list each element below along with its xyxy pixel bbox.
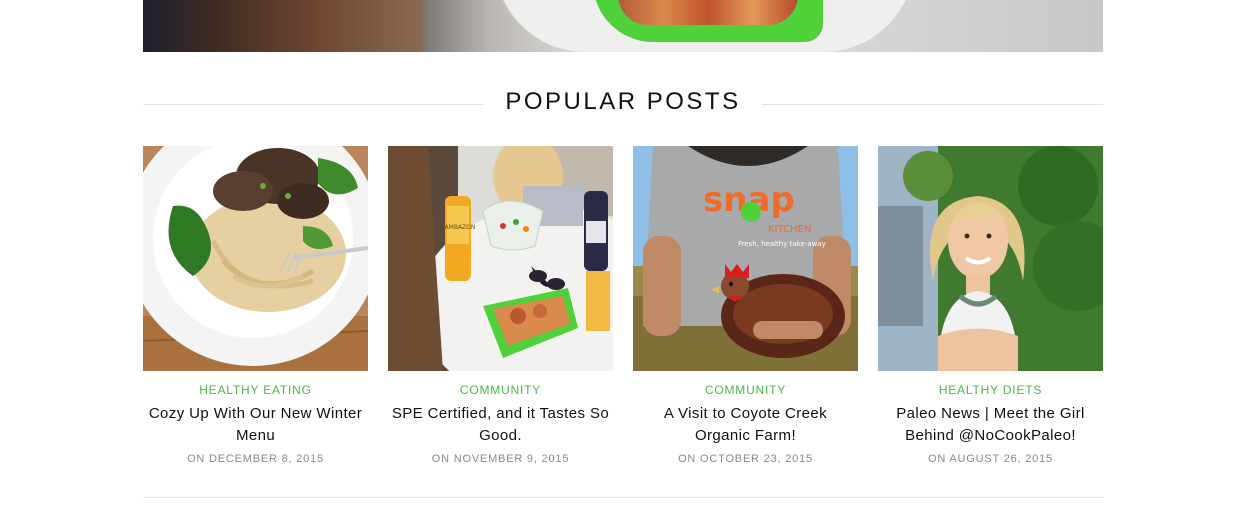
popular-posts-header: POPULAR POSTS xyxy=(143,86,1103,124)
post-date: ON AUGUST 26, 2015 xyxy=(928,453,1053,465)
post-date: ON DECEMBER 8, 2015 xyxy=(187,453,324,465)
post-thumbnail-spe-certified[interactable]: SAMBAZON xyxy=(388,146,613,371)
portrait-image xyxy=(878,146,1103,371)
svg-text:Fresh, healthy take-away: Fresh, healthy take-away xyxy=(738,240,826,248)
post-category[interactable]: HEALTHY DIETS xyxy=(878,383,1103,397)
farm-chicken-image: snap KITCHEN Fresh, healthy take-away xyxy=(633,146,858,371)
post-category[interactable]: COMMUNITY xyxy=(633,383,858,397)
hero-food xyxy=(618,0,798,25)
post-thumbnail-nocookpaleo[interactable] xyxy=(878,146,1103,371)
svg-text:KITCHEN: KITCHEN xyxy=(768,224,811,235)
svg-text:SAMBAZON: SAMBAZON xyxy=(441,224,476,231)
table-meal-image: SAMBAZON xyxy=(388,146,613,371)
post-title[interactable]: A Visit to Coyote Creek Organic Farm! xyxy=(633,403,858,447)
header-rule-right xyxy=(762,104,1103,105)
header-rule-left xyxy=(143,104,484,105)
post-thumbnail-winter-menu[interactable] xyxy=(143,146,368,371)
section-title: POPULAR POSTS xyxy=(505,88,741,115)
post-date: ON NOVEMBER 9, 2015 xyxy=(431,453,570,465)
post-thumbnail-coyote-creek[interactable]: snap KITCHEN Fresh, healthy take-away xyxy=(633,146,858,371)
section-divider xyxy=(143,497,1103,498)
post-title[interactable]: SPE Certified, and it Tastes So Good. xyxy=(388,403,613,447)
post-title[interactable]: Paleo News | Meet the Girl Behind @NoCoo… xyxy=(878,403,1103,447)
post-card: HEALTHY EATING Cozy Up With Our New Wint… xyxy=(143,146,368,465)
post-card: SAMBAZON COMMUNITY SPE Certified, and it… xyxy=(388,146,613,465)
pasta-plate-image xyxy=(143,146,368,371)
hero-person xyxy=(143,0,423,52)
post-card: HEALTHY DIETS Paleo News | Meet the Girl… xyxy=(878,146,1103,465)
post-date: ON OCTOBER 23, 2015 xyxy=(678,453,813,465)
post-category[interactable]: COMMUNITY xyxy=(388,383,613,397)
post-category[interactable]: HEALTHY EATING xyxy=(143,383,368,397)
hero-image xyxy=(143,0,1103,52)
post-title[interactable]: Cozy Up With Our New Winter Menu xyxy=(143,403,368,447)
post-card: snap KITCHEN Fresh, healthy take-away CO… xyxy=(633,146,858,465)
